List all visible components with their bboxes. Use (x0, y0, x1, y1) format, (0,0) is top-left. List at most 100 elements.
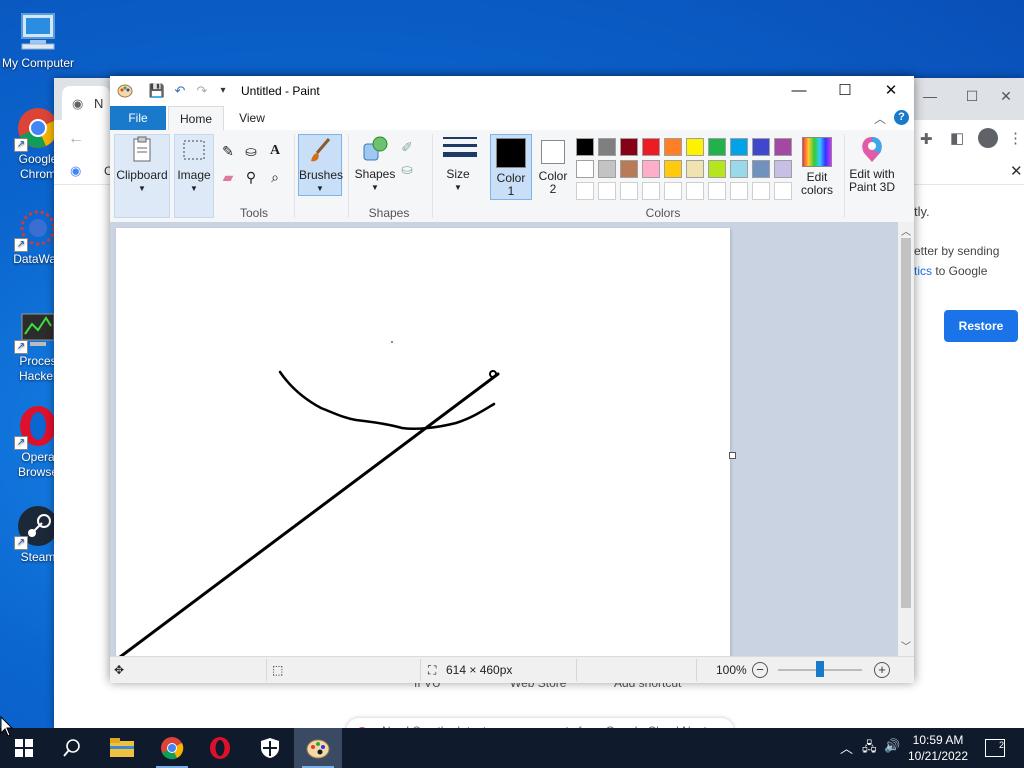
help-icon[interactable]: ? (894, 110, 909, 125)
custom-color-slot[interactable] (708, 182, 726, 200)
pencil-icon[interactable]: ✎ (219, 142, 237, 160)
custom-color-slot[interactable] (774, 182, 792, 200)
notification-icon[interactable]: 2 (985, 739, 1005, 757)
taskbar-chrome[interactable] (148, 728, 196, 768)
chrome-dialog-close-icon[interactable]: ✕ (1010, 162, 1023, 180)
network-icon[interactable]: 🖧 (862, 738, 877, 760)
palette-color-swatch[interactable] (730, 138, 748, 156)
palette-color-swatch[interactable] (774, 138, 792, 156)
palette-color-swatch[interactable] (664, 160, 682, 178)
canvas-resize-handle[interactable] (729, 452, 736, 459)
taskbar-clock[interactable]: 10:59 AM 10/21/2022 (898, 732, 978, 764)
edit-colors-button[interactable]: Edit colors (796, 134, 838, 200)
chrome-menu-icon[interactable]: ⋮ (1008, 129, 1023, 147)
custom-color-slot[interactable] (598, 182, 616, 200)
scroll-down-icon[interactable]: ﹀ (901, 638, 911, 653)
eraser-icon[interactable]: ▰ (219, 168, 237, 186)
palette-color-swatch[interactable] (752, 138, 770, 156)
palette-color-swatch[interactable] (686, 160, 704, 178)
image-button[interactable]: Image ▼ (174, 134, 214, 218)
minimize-button[interactable]: — (776, 76, 822, 106)
chrome-minimize-button[interactable]: — (912, 86, 948, 106)
chrome-tab[interactable]: ◉ N (62, 86, 110, 120)
chrome-maximize-button[interactable]: ☐ (954, 86, 990, 106)
window-title: Untitled - Paint (241, 84, 320, 98)
chevron-down-icon: ▼ (138, 184, 146, 193)
customize-qat-icon[interactable]: ▾ (214, 82, 232, 100)
magnifier-icon[interactable]: ⌕ (266, 168, 284, 186)
extensions-icon[interactable]: ✚ (920, 130, 933, 148)
show-hidden-icons[interactable]: ︿ (840, 738, 853, 757)
back-arrow-icon[interactable]: ← (68, 130, 84, 148)
zoom-in-button[interactable]: + (874, 662, 890, 678)
taskbar-file-explorer[interactable] (98, 728, 146, 768)
palette-color-swatch[interactable] (774, 160, 792, 178)
search-button[interactable] (48, 728, 96, 768)
taskbar-security[interactable] (246, 728, 294, 768)
paint-app-icon[interactable] (116, 82, 134, 100)
scroll-up-icon[interactable]: ︿ (901, 223, 911, 238)
opera-icon (210, 737, 230, 759)
size-button[interactable]: Size ▼ (438, 134, 478, 196)
divider (420, 659, 421, 681)
shapes-button[interactable]: Shapes ▼ (354, 134, 396, 196)
palette-color-swatch[interactable] (598, 138, 616, 156)
zoom-slider-thumb[interactable] (816, 661, 824, 677)
divider (294, 134, 295, 218)
tab-home[interactable]: Home (168, 106, 224, 131)
palette-color-swatch[interactable] (576, 160, 594, 178)
custom-color-slot[interactable] (664, 182, 682, 200)
palette-color-swatch[interactable] (642, 160, 660, 178)
zoom-out-button[interactable]: − (752, 662, 768, 678)
restore-button[interactable]: Restore (944, 310, 1018, 342)
palette-color-swatch[interactable] (730, 160, 748, 178)
tab-view[interactable]: View (228, 106, 276, 130)
profile-avatar-icon[interactable] (978, 128, 998, 148)
collapse-ribbon-icon[interactable]: ︿ (874, 110, 886, 127)
palette-color-swatch[interactable] (576, 138, 594, 156)
tab-file[interactable]: File (110, 106, 166, 130)
palette-color-swatch[interactable] (752, 160, 770, 178)
custom-color-slot[interactable] (620, 182, 638, 200)
taskbar-opera[interactable] (196, 728, 244, 768)
close-button[interactable]: ✕ (868, 76, 914, 106)
maximize-button[interactable]: ☐ (822, 76, 868, 106)
palette-color-swatch[interactable] (598, 160, 616, 178)
save-icon[interactable]: 💾 (148, 82, 166, 100)
custom-color-slot[interactable] (576, 182, 594, 200)
palette-color-swatch[interactable] (708, 160, 726, 178)
scroll-thumb[interactable] (901, 238, 911, 608)
fill-shape-icon[interactable]: ⛀ (398, 160, 416, 178)
custom-color-slot[interactable] (730, 182, 748, 200)
custom-color-slot[interactable] (642, 182, 660, 200)
text-icon[interactable]: A (266, 142, 284, 160)
vertical-scrollbar[interactable]: ︿ ﹀ (898, 222, 914, 656)
color-picker-icon[interactable]: ⚲ (242, 168, 260, 186)
palette-color-swatch[interactable] (642, 138, 660, 156)
chrome-close-button[interactable]: ✕ (988, 86, 1024, 106)
taskbar: ︿ 🖧 🔊 10:59 AM 10/21/2022 2 (0, 728, 1024, 768)
chrome-panel-link[interactable]: tics (914, 264, 932, 278)
fill-icon[interactable]: ⛀ (242, 142, 260, 160)
edit-with-paint3d-button[interactable]: Edit with Paint 3D (846, 134, 898, 200)
clipboard-button[interactable]: Clipboard ▼ (114, 134, 170, 218)
desktop-icon-my-computer[interactable]: My Computer (0, 10, 76, 71)
custom-color-slot[interactable] (686, 182, 704, 200)
redo-icon[interactable]: ↷ (193, 82, 211, 100)
undo-icon[interactable]: ↶ (171, 82, 189, 100)
color1-button[interactable]: Color 1 (490, 134, 532, 200)
clock-date: 10/21/2022 (907, 749, 969, 763)
palette-color-swatch[interactable] (686, 138, 704, 156)
brushes-button[interactable]: Brushes ▼ (298, 134, 343, 196)
divider (348, 134, 349, 218)
side-panel-icon[interactable]: ◧ (950, 129, 964, 147)
palette-color-swatch[interactable] (708, 138, 726, 156)
outline-icon[interactable]: ✐ (398, 138, 416, 156)
palette-color-swatch[interactable] (620, 138, 638, 156)
color2-button[interactable]: Color 2 (534, 134, 572, 200)
palette-color-swatch[interactable] (664, 138, 682, 156)
custom-color-slot[interactable] (752, 182, 770, 200)
palette-color-swatch[interactable] (620, 160, 638, 178)
taskbar-paint[interactable] (294, 728, 342, 768)
drawing-canvas[interactable] (116, 228, 730, 660)
